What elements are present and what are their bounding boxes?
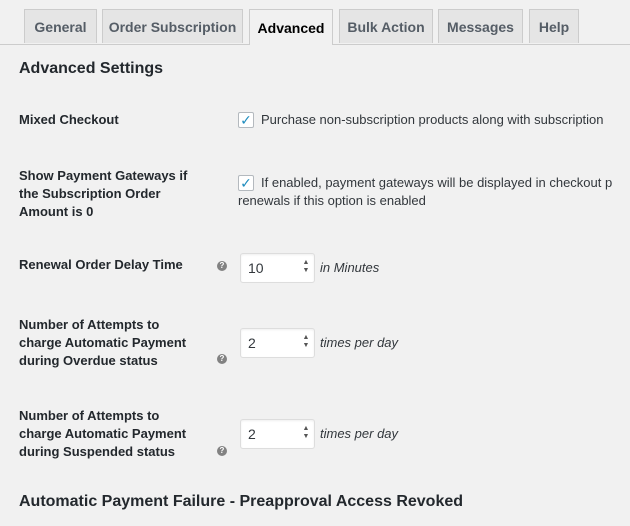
spin-up-icon[interactable]: ▲	[302, 425, 310, 433]
spin-up-icon[interactable]: ▲	[302, 334, 310, 342]
spin-down-icon[interactable]: ▼	[302, 267, 310, 275]
overdue-attempts-label-line: during Overdue status	[19, 353, 158, 368]
tab-bulk-action[interactable]: Bulk Action	[339, 9, 433, 43]
spinner-icon[interactable]: ▲ ▼	[302, 334, 310, 350]
renewal-delay-label: Renewal Order Delay Time	[19, 257, 183, 272]
suspended-attempts-unit: times per day	[320, 426, 399, 441]
mixed-checkout-checkbox[interactable]: ✓	[238, 112, 254, 128]
check-icon: ✓	[240, 175, 252, 191]
show-gateways-checkbox[interactable]: ✓	[238, 175, 254, 191]
help-icon[interactable]: ?	[217, 446, 227, 456]
show-gateways-label-line: Show Payment Gateways if	[19, 168, 188, 183]
show-gateways-description-line1: If enabled, payment gateways will be dis…	[261, 175, 613, 190]
spinner-icon[interactable]: ▲ ▼	[302, 425, 310, 441]
spin-up-icon[interactable]: ▲	[302, 259, 310, 267]
spin-down-icon[interactable]: ▼	[302, 433, 310, 441]
suspended-attempts-value: 2	[248, 426, 256, 442]
overdue-attempts-unit: times per day	[320, 335, 399, 350]
mixed-checkout-label: Mixed Checkout	[19, 112, 119, 127]
overdue-attempts-label: Number of Attempts to charge Automatic P…	[19, 316, 186, 370]
tab-order-subscription[interactable]: Order Subscription	[102, 9, 243, 43]
suspended-attempts-label-line: Number of Attempts to	[19, 408, 160, 423]
renewal-delay-value: 10	[248, 260, 264, 276]
suspended-attempts-label-line: charge Automatic Payment	[19, 426, 187, 441]
tab-messages[interactable]: Messages	[438, 9, 523, 43]
overdue-attempts-label-line: charge Automatic Payment	[19, 335, 187, 350]
suspended-attempts-input[interactable]: 2 ▲ ▼	[240, 419, 315, 449]
suspended-attempts-label-line: during Suspended status	[19, 444, 176, 459]
settings-tabs: General Order Subscription Advanced Bulk…	[0, 0, 630, 45]
section-title: Advanced Settings	[19, 60, 164, 77]
help-icon[interactable]: ?	[217, 354, 227, 364]
spinner-icon[interactable]: ▲ ▼	[302, 259, 310, 275]
check-icon: ✓	[240, 112, 252, 128]
tab-help[interactable]: Help	[529, 9, 579, 43]
next-section-title: Automatic Payment Failure - Preapproval …	[19, 493, 464, 510]
tab-advanced[interactable]: Advanced	[249, 9, 333, 45]
spin-down-icon[interactable]: ▼	[302, 342, 310, 350]
show-gateways-label-line: the Subscription Order	[19, 186, 161, 201]
overdue-attempts-label-line: Number of Attempts to	[19, 317, 160, 332]
show-gateways-label: Show Payment Gateways if the Subscriptio…	[19, 167, 187, 221]
mixed-checkout-description: Purchase non-subscription products along…	[261, 112, 604, 127]
renewal-delay-unit: in Minutes	[320, 260, 380, 275]
help-icon[interactable]: ?	[217, 261, 227, 271]
suspended-attempts-label: Number of Attempts to charge Automatic P…	[19, 407, 186, 461]
tab-general[interactable]: General	[24, 9, 97, 43]
renewal-delay-input[interactable]: 10 ▲ ▼	[240, 253, 315, 283]
show-gateways-label-line: Amount is 0	[19, 204, 94, 219]
overdue-attempts-input[interactable]: 2 ▲ ▼	[240, 328, 315, 358]
show-gateways-description-line2: renewals if this option is enabled	[238, 193, 426, 208]
overdue-attempts-value: 2	[248, 335, 256, 351]
